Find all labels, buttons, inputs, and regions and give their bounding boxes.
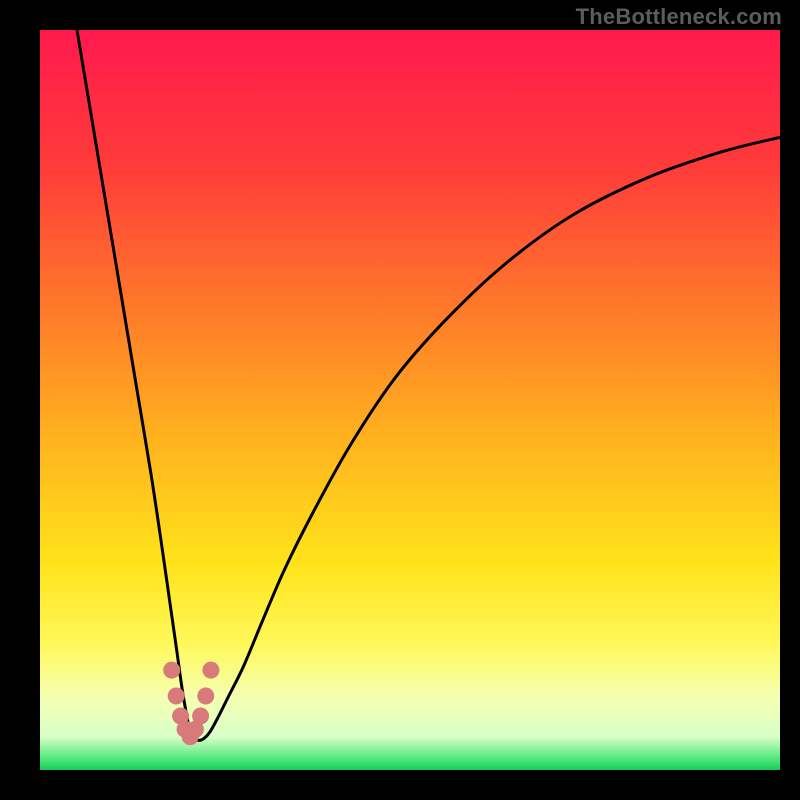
- marker-dot: [202, 662, 219, 679]
- watermark-text: TheBottleneck.com: [576, 4, 782, 30]
- plot-svg: [40, 30, 780, 770]
- plot-area: [40, 30, 780, 770]
- marker-dot: [168, 688, 185, 705]
- marker-dot: [197, 688, 214, 705]
- chart-frame: TheBottleneck.com: [0, 0, 800, 800]
- marker-dot: [163, 662, 180, 679]
- gradient-background: [40, 30, 780, 770]
- marker-dot: [192, 707, 209, 724]
